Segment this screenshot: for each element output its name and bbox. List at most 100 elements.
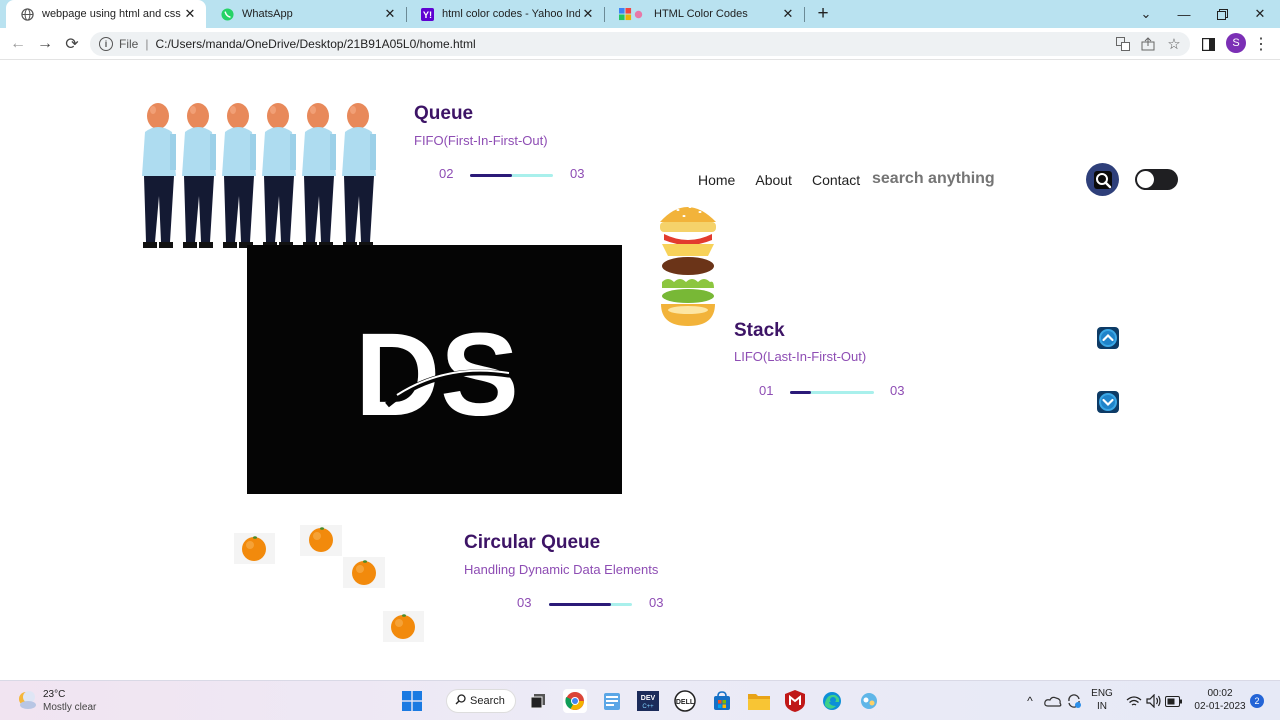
edge-icon[interactable] (820, 689, 844, 713)
profile-avatar[interactable]: S (1226, 33, 1246, 53)
circular-queue-title: Circular Queue (464, 532, 601, 553)
tab-title: html color codes - Yahoo India Se (442, 8, 580, 20)
nav-link-home[interactable]: Home (698, 172, 735, 188)
divider: | (145, 37, 149, 51)
tab-title: WhatsApp (242, 8, 293, 20)
chevron-down-icon (1099, 393, 1117, 411)
region-indicator: IN (1097, 701, 1107, 712)
snipping-tool-icon[interactable] (857, 689, 881, 713)
onedrive-icon[interactable] (1043, 689, 1063, 713)
battery-icon[interactable] (1164, 689, 1184, 713)
tab-title: webpage using html and css (42, 8, 181, 20)
progress-track (790, 391, 874, 394)
queue-pager: 02 03 (439, 166, 589, 186)
pager-total: 03 (890, 383, 905, 398)
clock-time[interactable]: 00:02 (1190, 688, 1250, 699)
menu-kebab-icon[interactable]: ⋮ (1253, 34, 1269, 54)
svg-text:DELL: DELL (676, 699, 695, 706)
svg-text:DEV: DEV (641, 695, 656, 702)
sync-icon[interactable] (1064, 689, 1084, 713)
scheme-label: File (119, 37, 139, 51)
search-icon (1093, 170, 1112, 189)
wifi-icon[interactable] (1124, 689, 1144, 713)
orange-image (234, 533, 275, 564)
page-content: Queue FIFO(First-In-First-Out) 02 03 Hom… (0, 60, 1280, 680)
chrome-icon[interactable] (563, 689, 587, 713)
close-icon[interactable]: ✕ (382, 6, 398, 22)
main-nav: Home About Contact (698, 172, 880, 188)
orange-image (300, 525, 342, 556)
translate-icon[interactable] (1114, 35, 1132, 53)
taskbar-search-label: Search (470, 695, 505, 707)
dev-cpp-icon[interactable]: DEV C++ (636, 689, 660, 713)
task-view-icon[interactable] (526, 689, 550, 713)
nav-link-contact[interactable]: Contact (812, 172, 860, 188)
close-window-icon[interactable]: ✕ (1250, 4, 1270, 24)
tab-strip: webpage using html and css ✕ WhatsApp ✕ … (0, 0, 1280, 28)
scroll-up-button[interactable] (1097, 327, 1119, 349)
orange-image (343, 557, 385, 588)
queue-subtitle: FIFO(First-In-First-Out) (414, 133, 548, 148)
burger-stack-image (658, 198, 718, 328)
store-icon[interactable] (710, 689, 734, 713)
weather-desc: Mostly clear (43, 702, 97, 713)
progress-track (470, 174, 553, 177)
new-tab-button[interactable]: + (812, 3, 834, 25)
tab-yahoo[interactable]: Y! html color codes - Yahoo India Se ✕ (406, 0, 604, 28)
minimize-icon[interactable]: — (1174, 4, 1194, 24)
circular-queue-subtitle: Handling Dynamic Data Elements (464, 562, 659, 577)
search-button[interactable] (1086, 163, 1119, 196)
globe-icon (20, 7, 34, 21)
share-icon[interactable] (1139, 35, 1157, 53)
search-icon (455, 694, 466, 708)
tab-webpage[interactable]: webpage using html and css ✕ (6, 0, 206, 28)
volume-icon[interactable] (1144, 689, 1164, 713)
language-indicator[interactable]: ENG (1088, 688, 1116, 699)
notepad-icon[interactable] (600, 689, 624, 713)
close-icon[interactable]: ✕ (182, 6, 198, 22)
close-icon[interactable]: ✕ (580, 6, 596, 22)
tab-html-color-codes[interactable]: HTML Color Codes ✕ (604, 0, 804, 28)
toggle-knob (1137, 171, 1154, 188)
pager-total: 03 (570, 166, 585, 181)
theme-toggle[interactable] (1135, 169, 1178, 190)
progress-track (549, 603, 632, 606)
back-arrow-icon[interactable]: ← (7, 33, 29, 55)
show-hidden-icons-chevron-icon[interactable]: ^ (1022, 689, 1038, 713)
weather-temp: 23°C (43, 689, 66, 700)
weather-icon[interactable] (16, 689, 38, 711)
pager-current: 01 (759, 383, 774, 398)
svg-text:C++: C++ (642, 704, 654, 710)
progress-fill (470, 174, 512, 177)
tab-title: HTML Color Codes (654, 8, 748, 20)
search-input[interactable] (872, 170, 1022, 188)
dell-icon[interactable]: DELL (673, 689, 697, 713)
yahoo-icon: Y! (420, 7, 434, 21)
windows-start-icon[interactable] (400, 689, 424, 713)
side-panel-icon[interactable] (1197, 33, 1219, 55)
progress-fill (790, 391, 811, 394)
notification-badge[interactable]: 2 (1250, 694, 1264, 708)
color-codes-icon (618, 7, 646, 21)
taskbar-search[interactable]: Search (446, 689, 516, 713)
reload-icon[interactable]: ⟳ (61, 33, 83, 55)
circular-queue-pager: 03 03 (517, 595, 667, 615)
pager-total: 03 (649, 595, 664, 610)
ds-logo: DS (355, 309, 519, 441)
stack-subtitle: LIFO(Last-In-First-Out) (734, 349, 867, 364)
info-icon[interactable]: i (99, 37, 113, 51)
close-icon[interactable]: ✕ (780, 6, 796, 22)
scroll-down-button[interactable] (1097, 391, 1119, 413)
taskbar: 23°C Mostly clear Search DEV C++ DELL ^ (0, 680, 1280, 720)
nav-link-about[interactable]: About (755, 172, 792, 188)
progress-fill (549, 603, 612, 606)
file-explorer-icon[interactable] (747, 689, 771, 713)
address-bar[interactable]: i File | C:/Users/manda/OneDrive/Desktop… (90, 32, 1190, 56)
forward-arrow-icon[interactable]: → (34, 33, 56, 55)
mcafee-icon[interactable] (783, 689, 807, 713)
star-icon[interactable]: ☆ (1165, 35, 1183, 53)
maximize-icon[interactable] (1212, 4, 1232, 24)
url-text[interactable]: C:/Users/manda/OneDrive/Desktop/21B91A05… (155, 37, 475, 51)
tab-search-chevron-icon[interactable]: ⌄ (1136, 4, 1156, 24)
tab-whatsapp[interactable]: WhatsApp ✕ (206, 0, 406, 28)
